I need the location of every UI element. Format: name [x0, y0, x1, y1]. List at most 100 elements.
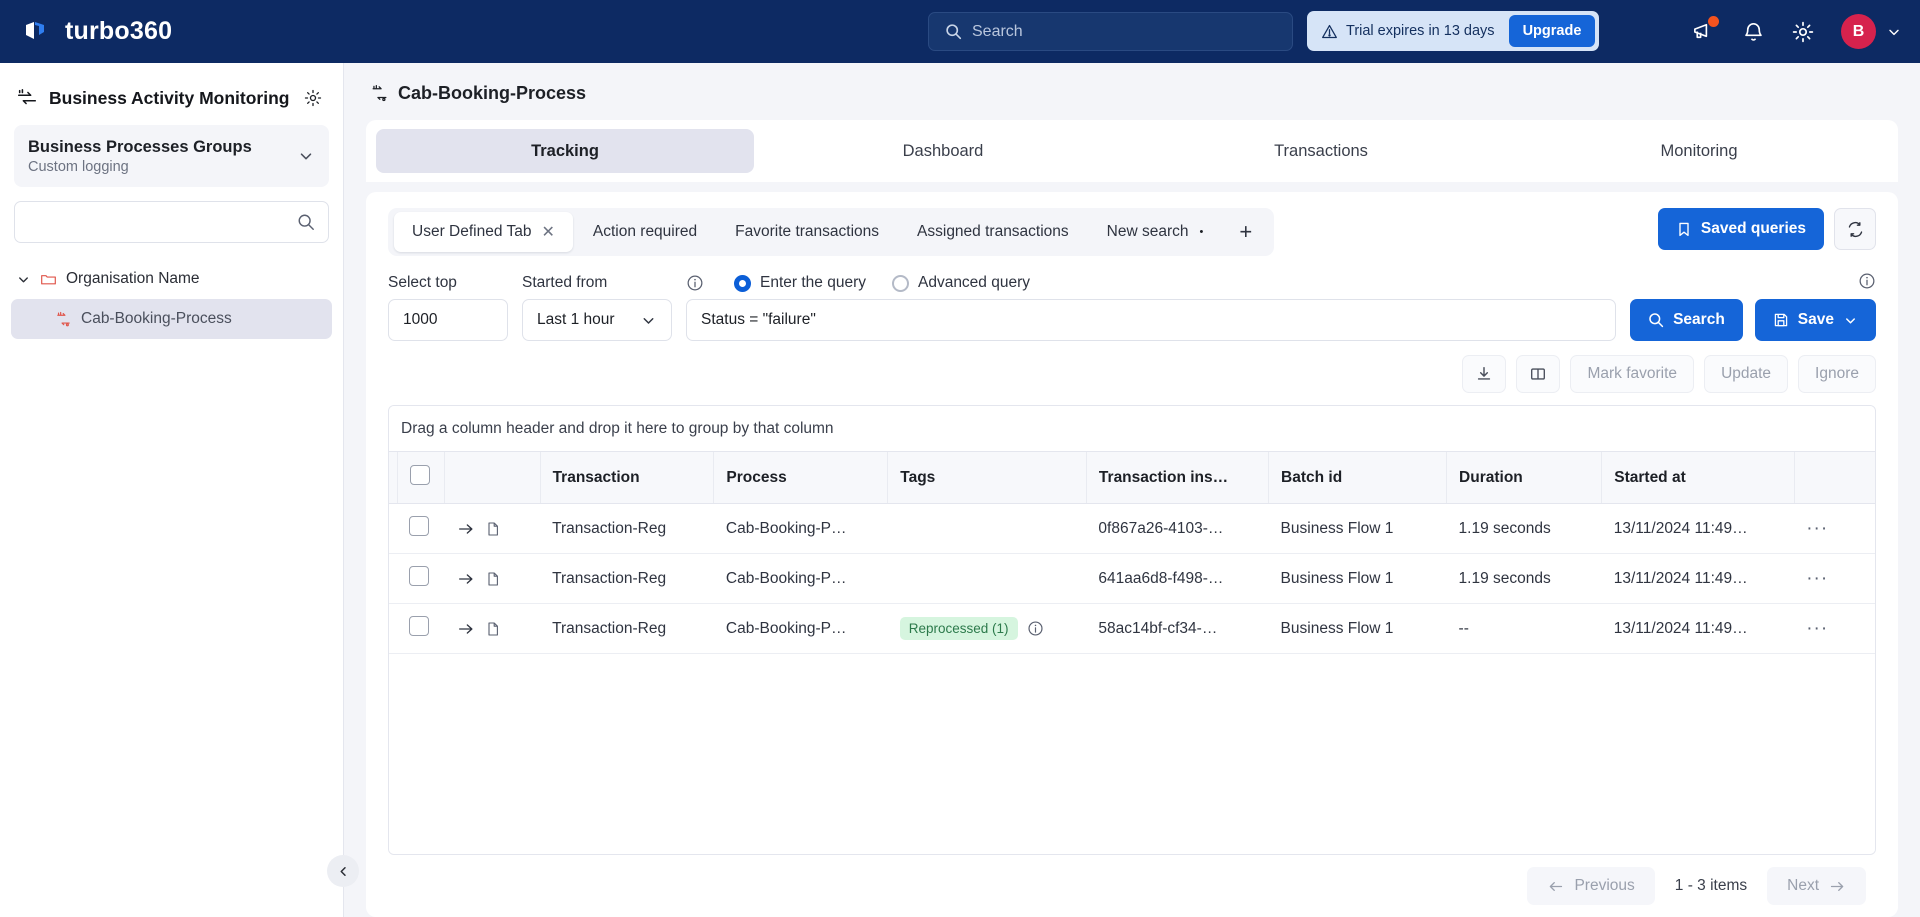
update-button[interactable]: Update — [1704, 355, 1789, 393]
notifications-bell-icon[interactable] — [1742, 20, 1765, 43]
search-icon — [1648, 312, 1664, 328]
sidebar-collapse-button[interactable] — [327, 855, 359, 887]
ignore-button[interactable]: Ignore — [1798, 355, 1876, 393]
saved-queries-label: Saved queries — [1700, 220, 1806, 237]
row-more-icon[interactable]: ··· — [1806, 518, 1828, 539]
tab-tracking[interactable]: Tracking — [376, 129, 754, 173]
column-chooser-button[interactable] — [1516, 355, 1561, 393]
query-input[interactable]: Status = "failure" — [686, 299, 1617, 341]
save-disk-icon — [1773, 312, 1789, 328]
select-top-input[interactable]: 1000 — [388, 299, 508, 341]
started-from-field: Started from Last 1 hour — [522, 274, 672, 341]
subtab-new-search[interactable]: New search • — [1089, 212, 1222, 252]
main-content: Cab-Booking-Process Tracking Dashboard T… — [344, 63, 1920, 917]
close-icon[interactable]: ✕ — [541, 222, 554, 242]
unsaved-indicator: • — [1199, 226, 1204, 238]
user-menu[interactable]: B — [1841, 14, 1902, 49]
message-document-icon[interactable] — [485, 521, 501, 537]
cell-transaction-instance: 641aa6d8-f498-… — [1086, 553, 1269, 604]
open-flow-arrow-icon[interactable] — [457, 520, 475, 538]
col-started-at[interactable]: Started at — [1601, 452, 1795, 504]
table-row[interactable]: Transaction-Reg Cab-Booking-P… 0f867a26-… — [389, 503, 1875, 554]
started-from-select[interactable]: Last 1 hour — [522, 299, 672, 341]
sidebar-title: Business Activity Monitoring — [49, 87, 290, 108]
sidebar-settings-gear-icon[interactable] — [303, 88, 323, 108]
row-more-icon[interactable]: ··· — [1806, 618, 1828, 639]
col-transaction-instance[interactable]: Transaction ins… — [1086, 452, 1270, 504]
refresh-button[interactable] — [1834, 208, 1876, 250]
row-select-cell — [397, 553, 445, 604]
upgrade-button[interactable]: Upgrade — [1508, 15, 1596, 47]
tab-dashboard[interactable]: Dashboard — [754, 129, 1132, 173]
business-processes-groups-selector[interactable]: Business Processes Groups Custom logging — [14, 125, 329, 188]
subtab-user-defined-tab[interactable]: User Defined Tab ✕ — [394, 212, 573, 252]
sidebar-search-input[interactable] — [29, 213, 297, 231]
subtab-assigned-transactions[interactable]: Assigned transactions — [899, 212, 1087, 252]
query-actions-col: Search Save — [1630, 272, 1876, 341]
col-batch-id[interactable]: Batch id — [1268, 452, 1448, 504]
row-status-flag — [389, 603, 398, 654]
brand[interactable]: turbo360 — [22, 17, 172, 47]
announcements-icon[interactable] — [1691, 16, 1719, 44]
download-button[interactable] — [1462, 355, 1507, 393]
subtab-label: User Defined Tab — [412, 223, 532, 240]
radio-enter-the-query-label: Enter the query — [760, 274, 866, 291]
select-all-checkbox[interactable] — [409, 465, 430, 485]
previous-page-button[interactable]: Previous — [1527, 867, 1655, 905]
search-icon — [945, 23, 962, 40]
tab-transactions[interactable]: Transactions — [1132, 129, 1510, 173]
open-flow-arrow-icon[interactable] — [457, 570, 475, 588]
open-flow-arrow-icon[interactable] — [457, 620, 475, 638]
message-document-icon[interactable] — [485, 571, 501, 587]
chevron-down-icon — [640, 312, 657, 329]
next-page-button[interactable]: Next — [1767, 867, 1866, 905]
group-by-dropzone[interactable]: Drag a column header and drop it here to… — [389, 406, 1875, 452]
row-checkbox[interactable] — [409, 566, 430, 586]
subtab-favorite-transactions[interactable]: Favorite transactions — [717, 212, 897, 252]
bookmark-icon — [1676, 221, 1692, 237]
global-search[interactable]: Search — [928, 12, 1293, 51]
cell-transaction-instance: 58ac14bf-cf34-… — [1086, 603, 1269, 654]
message-document-icon[interactable] — [485, 621, 501, 637]
top-bar-actions: B — [1691, 0, 1902, 63]
col-actions — [444, 452, 541, 504]
row-checkbox[interactable] — [409, 616, 430, 636]
cell-transaction: Transaction-Reg — [540, 503, 714, 554]
brand-name: turbo360 — [65, 17, 173, 45]
row-status-flag — [389, 503, 398, 554]
tab-monitoring[interactable]: Monitoring — [1510, 129, 1888, 173]
row-action-cell — [444, 603, 541, 654]
saved-queries-button[interactable]: Saved queries — [1657, 208, 1824, 250]
arrow-left-icon — [1547, 878, 1564, 895]
mark-favorite-button[interactable]: Mark favorite — [1570, 355, 1695, 393]
settings-gear-icon[interactable] — [1791, 20, 1815, 44]
row-more-icon[interactable]: ··· — [1806, 568, 1828, 589]
radio-enter-the-query[interactable]: Enter the query — [734, 274, 866, 292]
radio-advanced-query[interactable]: Advanced query — [891, 274, 1030, 292]
query-info-icon[interactable] — [686, 274, 704, 292]
search-button[interactable]: Search — [1630, 299, 1743, 341]
sidebar-search[interactable] — [14, 201, 329, 244]
row-select-cell — [397, 503, 445, 554]
table-row[interactable]: Transaction-Reg Cab-Booking-P… Reprocess… — [389, 603, 1875, 654]
col-duration[interactable]: Duration — [1446, 452, 1603, 504]
cell-row-menu: ··· — [1794, 603, 1875, 654]
tree-node-organisation[interactable]: Organisation Name — [0, 265, 343, 293]
subtab-action-required[interactable]: Action required — [575, 212, 715, 252]
save-button[interactable]: Save — [1754, 299, 1876, 341]
tag-info-icon[interactable] — [1027, 620, 1044, 637]
col-process[interactable]: Process — [713, 452, 889, 504]
add-tab-button[interactable]: + — [1223, 219, 1268, 245]
sidebar-tree: Organisation Name Cab-Booking-Process — [0, 265, 343, 340]
query-actions-info-icon[interactable] — [1858, 272, 1876, 290]
table-row[interactable]: Transaction-Reg Cab-Booking-P… 641aa6d8-… — [389, 553, 1875, 604]
chevron-down-icon — [1843, 313, 1858, 328]
announcement-badge-dot — [1708, 16, 1719, 27]
sidebar-item-cab-booking-process[interactable]: Cab-Booking-Process — [11, 299, 332, 340]
previous-page-label: Previous — [1574, 877, 1635, 894]
col-transaction[interactable]: Transaction — [540, 452, 715, 504]
col-tags[interactable]: Tags — [887, 452, 1087, 504]
row-checkbox[interactable] — [409, 516, 430, 536]
activity-monitoring-icon — [16, 87, 38, 109]
cell-transaction-instance: 0f867a26-4103-… — [1086, 503, 1269, 554]
